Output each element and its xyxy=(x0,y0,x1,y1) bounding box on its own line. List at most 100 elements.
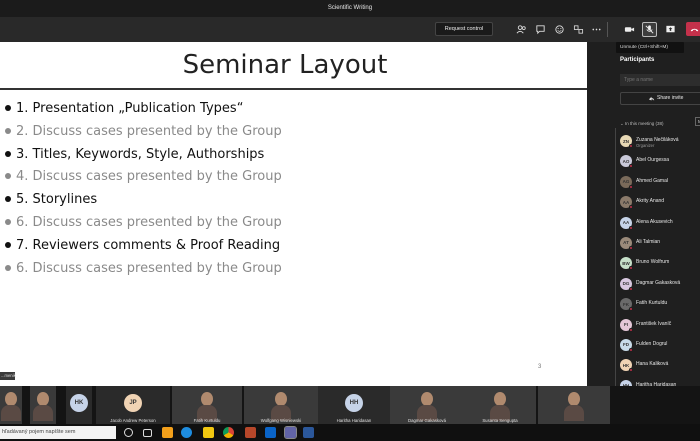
avatar: AT xyxy=(620,236,633,250)
avatar-initials: AA xyxy=(622,220,630,226)
muted-mic-icon xyxy=(629,327,633,332)
video-tile[interactable] xyxy=(538,386,610,424)
participant-video xyxy=(568,392,580,406)
breakout-rooms-icon[interactable] xyxy=(572,23,585,36)
share-screen-icon[interactable] xyxy=(664,23,677,36)
slide-bullet: 5. Storylines xyxy=(4,189,584,212)
cortana-icon[interactable] xyxy=(124,428,133,437)
slide-bullet-text: 1. Presentation „Publication Types“ xyxy=(16,101,244,116)
avatar: FD xyxy=(620,338,633,352)
avatar-initials: HK xyxy=(622,362,630,368)
hangup-icon xyxy=(690,28,698,31)
video-tile[interactable]: HK xyxy=(66,386,92,424)
slide-bullet-text: 6. Discuss cases presented by the Group xyxy=(16,214,282,230)
participant-item[interactable]: BW Bruno Wolfrum xyxy=(620,254,700,274)
slide-bullet-text: 3. Titles, Keywords, Style, Authorships xyxy=(16,146,265,162)
participant-item[interactable]: AT Ali Talmian xyxy=(620,234,700,254)
participant-name: Dagmar Gakasková xyxy=(636,279,681,286)
vlc-icon[interactable] xyxy=(162,427,173,438)
participant-item[interactable]: DG Dagmar Gakasková xyxy=(620,275,700,295)
participant-video-body xyxy=(564,405,584,421)
slide-bullet: 2. Discuss cases presented by the Group xyxy=(4,121,584,144)
participants-panel: Participants Share invite ⌄ In this meet… xyxy=(611,42,700,387)
avatar: HH xyxy=(345,394,363,412)
video-tile-label: Wolfgang Wisniewski xyxy=(260,418,302,423)
slide-bullet-text: 5. Storylines xyxy=(16,192,98,208)
mic-off-icon[interactable] xyxy=(642,22,657,37)
mute-all-button[interactable]: M xyxy=(695,117,700,126)
avatar-initials: BW xyxy=(622,260,630,266)
more-icon[interactable] xyxy=(590,23,603,36)
slide-bullet-text: 6. Discuss cases presented by the Group xyxy=(16,260,282,276)
participant-search-input[interactable] xyxy=(620,74,700,86)
video-tile-label: Fatih Kurtuldu xyxy=(193,418,221,423)
chat-icon[interactable] xyxy=(534,23,547,36)
participant-item[interactable]: AA Alena Akusevich xyxy=(620,214,700,234)
muted-mic-icon xyxy=(629,225,633,230)
shared-slide: Seminar Layout 1. Presentation „Publicat… xyxy=(0,42,587,387)
participant-name: Akrity Anand xyxy=(636,198,665,205)
camera-icon[interactable] xyxy=(623,23,636,36)
powerpoint-icon[interactable] xyxy=(245,427,256,438)
muted-mic-icon xyxy=(629,286,633,291)
participant-item[interactable]: ZN Zuzana Nečiláková Organizer xyxy=(620,132,700,152)
video-tile[interactable]: Wolfgang Wisniewski xyxy=(244,386,318,424)
participant-item[interactable]: FI František Ivaníč xyxy=(620,316,700,336)
muted-mic-icon xyxy=(629,307,633,312)
outlook-icon[interactable] xyxy=(265,427,276,438)
participant-item[interactable]: FK Fatih Kurtuldu xyxy=(620,295,700,315)
participant-item[interactable]: AG Ahmed Gamal xyxy=(620,173,700,193)
participant-name: Hana Kaliková xyxy=(636,361,669,368)
taskbar-search-input[interactable] xyxy=(0,426,116,439)
slide-bullet: 3. Titles, Keywords, Style, Authorships xyxy=(4,144,584,167)
teams-icon[interactable] xyxy=(284,426,297,439)
participant-video xyxy=(201,392,213,406)
edge-icon[interactable] xyxy=(181,427,192,438)
reactions-icon[interactable] xyxy=(553,23,566,36)
participant-item[interactable]: AO Abel Ourgessa xyxy=(620,152,700,172)
word-icon[interactable] xyxy=(303,427,314,438)
video-tile[interactable] xyxy=(30,386,56,424)
avatar: ZN xyxy=(620,135,633,148)
slide-title: Seminar Layout xyxy=(182,50,388,80)
participant-name: Abel Ourgessa xyxy=(636,157,670,164)
video-tile-label: Susanta Sengupta xyxy=(482,418,518,423)
avatar-initials: FI xyxy=(624,322,628,328)
file-explorer-icon[interactable] xyxy=(203,427,214,438)
video-tile-label: Jacob Andrew Peterson xyxy=(110,418,156,423)
video-tile-label: Haritha Haridasan xyxy=(336,418,372,423)
video-tile[interactable]: Susanta Sengupta xyxy=(464,386,536,424)
video-tile[interactable] xyxy=(0,386,22,424)
video-tile[interactable]: HH Haritha Haridasan xyxy=(318,386,390,424)
people-icon[interactable] xyxy=(515,23,528,36)
slide-bullet: 4. Discuss cases presented by the Group xyxy=(4,166,584,189)
in-meeting-header[interactable]: ⌄ In this meeting (38) xyxy=(620,121,664,127)
share-invite-button[interactable]: Share invite xyxy=(620,92,700,105)
avatar: JP xyxy=(124,394,142,412)
video-strip: HK JP Jacob Andrew Peterson Fatih Kurtuldu W… xyxy=(0,386,700,424)
muted-mic-icon xyxy=(629,164,633,169)
avatar: AA xyxy=(620,196,633,210)
participant-video xyxy=(37,392,49,406)
video-tile[interactable]: Dagmar Gakasková xyxy=(390,386,464,424)
participant-video xyxy=(5,392,17,406)
muted-mic-icon xyxy=(629,184,633,189)
muted-mic-icon xyxy=(629,266,633,271)
request-control-button[interactable]: Request control xyxy=(435,22,493,36)
video-tile[interactable]: Fatih Kurtuldu xyxy=(172,386,242,424)
slide-bullet-text: 7. Reviewers comments & Proof Reading xyxy=(16,237,281,253)
video-tile[interactable]: JP Jacob Andrew Peterson xyxy=(96,386,170,424)
meeting-toolbar: Request control xyxy=(0,17,700,42)
avatar: FK xyxy=(620,298,633,312)
participant-video-body xyxy=(33,405,53,421)
participant-name: Bruno Wolfrum xyxy=(636,259,670,266)
participant-item[interactable]: AA Akrity Anand xyxy=(620,193,700,213)
leave-button[interactable] xyxy=(686,22,700,36)
participant-item[interactable]: HK Hana Kaliková xyxy=(620,356,700,376)
window-title: Scientific Writing xyxy=(0,0,700,17)
avatar-initials: FK xyxy=(623,301,629,307)
chrome-icon[interactable] xyxy=(223,427,234,438)
panel-scrollbar[interactable] xyxy=(615,128,616,387)
task-view-icon[interactable] xyxy=(143,428,152,437)
participant-item[interactable]: FD Fulden Dogrul xyxy=(620,336,700,356)
